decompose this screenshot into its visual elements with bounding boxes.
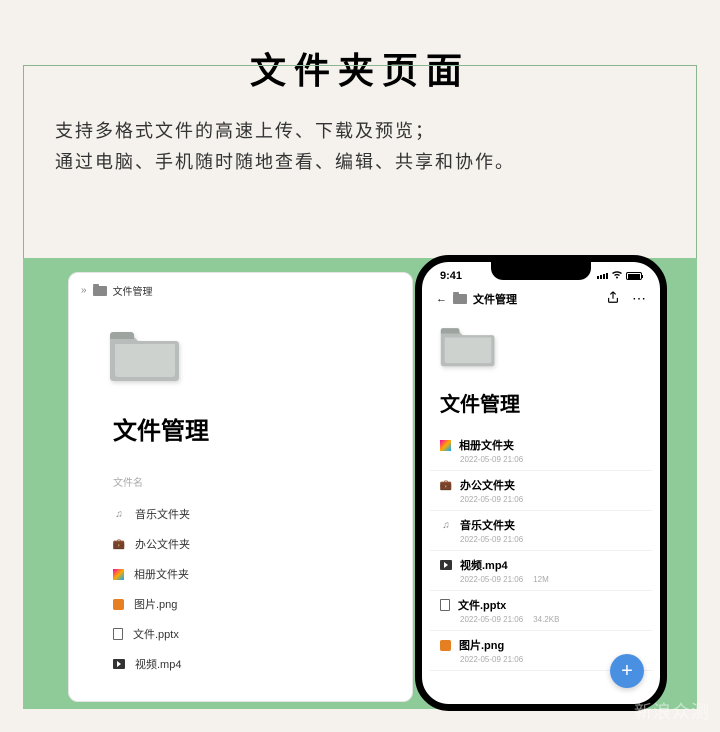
- music-icon: ♫: [440, 519, 452, 531]
- chevron-icon: »: [81, 285, 87, 296]
- phone-header: ← 文件管理 ⋯: [422, 284, 660, 313]
- more-icon[interactable]: ⋯: [632, 290, 646, 307]
- file-meta: 2022-05-09 21:06: [460, 495, 642, 504]
- list-item[interactable]: 💼 办公文件夹 2022-05-09 21:06: [430, 471, 652, 511]
- breadcrumb-label: 文件管理: [113, 283, 153, 298]
- file-name: 音乐文件夹: [135, 506, 190, 522]
- folder-large-icon: [109, 326, 181, 384]
- file-meta: 2022-05-09 21:0612M: [460, 575, 642, 584]
- folder-icon: [453, 294, 467, 304]
- wifi-icon: [611, 270, 623, 282]
- video-icon: [440, 560, 452, 570]
- list-item[interactable]: 视频.mp4 2022-05-09 21:0612M: [430, 551, 652, 591]
- file-name: 视频.mp4: [460, 557, 508, 573]
- file-name: 文件.pptx: [458, 597, 506, 613]
- column-header: 文件名: [113, 474, 412, 489]
- signal-icon: [597, 273, 608, 279]
- folder-icon: [93, 286, 107, 296]
- file-name: 图片.png: [134, 596, 177, 612]
- music-icon: ♫: [113, 508, 125, 520]
- list-item[interactable]: 相册文件夹 2022-05-09 21:06: [430, 431, 652, 471]
- phone-file-list: 相册文件夹 2022-05-09 21:06 💼 办公文件夹 2022-05-09 21…: [430, 431, 652, 671]
- phone-title: 文件管理: [440, 388, 660, 417]
- briefcase-icon: 💼: [113, 538, 125, 550]
- file-name: 办公文件夹: [135, 536, 190, 552]
- back-icon[interactable]: ←: [436, 293, 447, 305]
- desktop-window: » 文件管理 文件管理 文件名 ♫ 音乐文件夹 💼 办公文件夹相册文件夹图片.png 文…: [68, 272, 413, 702]
- file-meta: 2022-05-09 21:06: [460, 455, 642, 464]
- desktop-title: 文件管理: [113, 411, 412, 446]
- add-button[interactable]: +: [610, 654, 644, 688]
- file-name: 文件.pptx: [133, 626, 179, 642]
- desktop-file-list: ♫ 音乐文件夹 💼 办公文件夹相册文件夹图片.png 文件.pptx 视频.mp4: [97, 499, 412, 679]
- status-time: 9:41: [440, 270, 462, 282]
- video-icon: [113, 659, 125, 669]
- watermark: 新浪众测: [634, 698, 710, 724]
- phone-mockup: 9:41 ← 文件管理 ⋯ 文件管理 相册文件夹 2022-05-09 21:06…: [415, 255, 667, 711]
- briefcase-icon: 💼: [440, 479, 452, 491]
- list-item[interactable]: 文件.pptx 2022-05-09 21:0634.2KB: [430, 591, 652, 631]
- file-meta: 2022-05-09 21:0634.2KB: [460, 615, 642, 624]
- list-item[interactable]: 相册文件夹: [97, 559, 412, 589]
- list-item[interactable]: ♫ 音乐文件夹 2022-05-09 21:06: [430, 511, 652, 551]
- file-name: 相册文件夹: [134, 566, 189, 582]
- file-icon: [113, 628, 123, 640]
- file-name: 图片.png: [459, 637, 504, 653]
- image-icon: [113, 599, 124, 610]
- phone-notch: [491, 262, 591, 280]
- file-name: 音乐文件夹: [460, 517, 515, 533]
- phone-breadcrumb[interactable]: ← 文件管理: [436, 291, 517, 307]
- list-item[interactable]: 文件.pptx: [97, 619, 412, 649]
- folder-large-icon: [440, 323, 496, 369]
- image-icon: [440, 640, 451, 651]
- album-icon: [113, 569, 124, 580]
- album-icon: [440, 440, 451, 451]
- file-name: 视频.mp4: [135, 656, 181, 672]
- list-item[interactable]: ♫ 音乐文件夹: [97, 499, 412, 529]
- breadcrumb[interactable]: » 文件管理: [69, 273, 412, 308]
- file-icon: [440, 599, 450, 611]
- file-meta: 2022-05-09 21:06: [460, 535, 642, 544]
- share-icon[interactable]: [606, 290, 620, 307]
- battery-icon: [626, 272, 642, 280]
- file-name: 办公文件夹: [460, 477, 515, 493]
- list-item[interactable]: 💼 办公文件夹: [97, 529, 412, 559]
- list-item[interactable]: 视频.mp4: [97, 649, 412, 679]
- file-name: 相册文件夹: [459, 437, 514, 453]
- list-item[interactable]: 图片.png: [97, 589, 412, 619]
